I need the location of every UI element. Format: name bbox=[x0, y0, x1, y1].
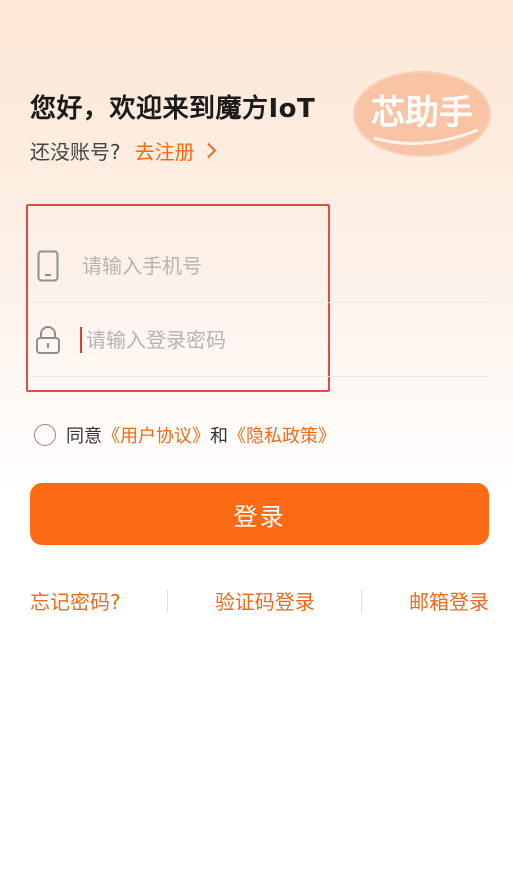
privacy-policy-link[interactable]: 《隐私政策》 bbox=[228, 422, 336, 448]
alternate-login-links: 忘记密码? 验证码登录 邮箱登录 bbox=[30, 586, 489, 615]
phone-input[interactable] bbox=[80, 253, 444, 279]
lock-icon bbox=[30, 325, 66, 355]
divider bbox=[167, 589, 169, 612]
password-input[interactable] bbox=[84, 327, 448, 353]
text-caret bbox=[80, 327, 82, 353]
agree-and: 和 bbox=[210, 426, 228, 447]
agreement-row: 同意 《用户协议》 和 《隐私政策》 bbox=[34, 422, 336, 448]
phone-icon bbox=[30, 250, 66, 282]
brand-badge: 芯助手 bbox=[353, 71, 491, 157]
agree-prefix: 同意 bbox=[66, 426, 102, 447]
code-login-link[interactable]: 验证码登录 bbox=[215, 586, 315, 615]
login-button[interactable]: 登录 bbox=[30, 483, 489, 545]
register-prompt: 还没账号? 去注册 bbox=[30, 136, 216, 165]
phone-field-row bbox=[30, 230, 488, 303]
badge-text: 芯助手 bbox=[371, 93, 473, 133]
page-title: 您好，欢迎来到魔方IoT bbox=[30, 94, 316, 124]
agree-radio[interactable] bbox=[34, 424, 56, 446]
password-field-row bbox=[30, 304, 488, 377]
register-label: 去注册 bbox=[134, 140, 195, 164]
chevron-right-icon bbox=[200, 142, 216, 159]
register-link[interactable]: 去注册 bbox=[134, 136, 216, 165]
user-agreement-link[interactable]: 《用户协议》 bbox=[102, 422, 210, 448]
no-account-text: 还没账号? bbox=[30, 140, 121, 164]
forgot-password-link[interactable]: 忘记密码? bbox=[30, 586, 121, 615]
email-login-link[interactable]: 邮箱登录 bbox=[409, 586, 489, 615]
divider bbox=[361, 589, 363, 612]
